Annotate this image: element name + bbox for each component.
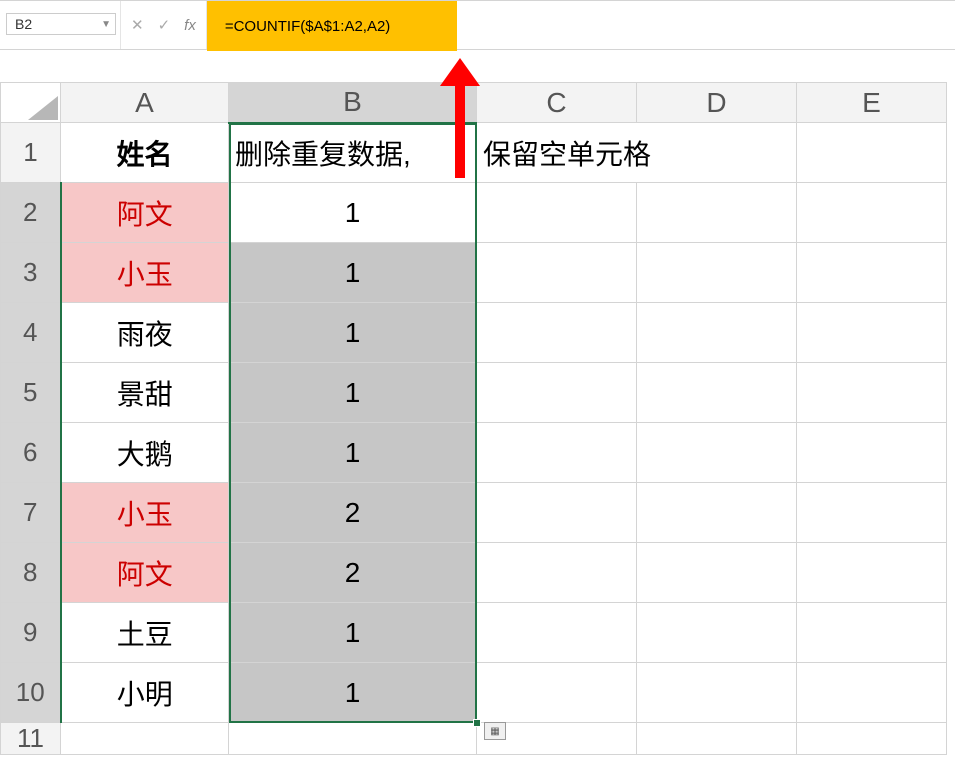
enter-icon[interactable]: ✓ [158, 16, 171, 34]
cell-C9[interactable] [477, 603, 637, 663]
cell-E8[interactable] [797, 543, 947, 603]
cell-B9[interactable]: 1 [229, 603, 477, 663]
formula-text: =COUNTIF($A$1:A2,A2) [225, 18, 390, 35]
spreadsheet-grid: A B C D E 1 姓名 删除重复数据, 保留空单元格 2 阿文 1 3 小… [0, 82, 955, 755]
formula-bar: B2 ▼ ✕ ✓ fx =COUNTIF($A$1:A2,A2) [0, 0, 955, 50]
formula-input[interactable]: =COUNTIF($A$1:A2,A2) [207, 1, 457, 51]
cell-B2[interactable]: 1 [229, 183, 477, 243]
row-header-5[interactable]: 5 [1, 363, 61, 423]
cell-B8[interactable]: 2 [229, 543, 477, 603]
cell-C4[interactable] [477, 303, 637, 363]
row-header-3[interactable]: 3 [1, 243, 61, 303]
cell-A3[interactable]: 小玉 [61, 243, 229, 303]
cell-E1[interactable] [797, 123, 947, 183]
cell-D9[interactable] [637, 603, 797, 663]
cell-E11[interactable] [797, 723, 947, 755]
col-header-C[interactable]: C [477, 83, 637, 123]
select-all-corner[interactable] [1, 83, 61, 123]
fill-handle[interactable] [473, 719, 481, 727]
cell-A6[interactable]: 大鹅 [61, 423, 229, 483]
cell-B7[interactable]: 2 [229, 483, 477, 543]
row-header-10[interactable]: 10 [1, 663, 61, 723]
cell-C2[interactable] [477, 183, 637, 243]
cell-C6[interactable] [477, 423, 637, 483]
cell-D3[interactable] [637, 243, 797, 303]
cell-A5[interactable]: 景甜 [61, 363, 229, 423]
name-box-dropdown-icon[interactable]: ▼ [101, 19, 111, 30]
cell-A1[interactable]: 姓名 [61, 123, 229, 183]
cell-A9[interactable]: 土豆 [61, 603, 229, 663]
cell-A8[interactable]: 阿文 [61, 543, 229, 603]
cell-B5[interactable]: 1 [229, 363, 477, 423]
cell-E9[interactable] [797, 603, 947, 663]
cell-E3[interactable] [797, 243, 947, 303]
cell-A2[interactable]: 阿文 [61, 183, 229, 243]
cell-C1[interactable]: 保留空单元格 [477, 123, 797, 183]
cell-C3[interactable] [477, 243, 637, 303]
cell-A10[interactable]: 小明 [61, 663, 229, 723]
cell-E7[interactable] [797, 483, 947, 543]
autofill-options-button[interactable]: ▦ [484, 722, 506, 740]
cell-E5[interactable] [797, 363, 947, 423]
cell-E2[interactable] [797, 183, 947, 243]
cell-C10[interactable] [477, 663, 637, 723]
cell-E6[interactable] [797, 423, 947, 483]
cell-C7[interactable] [477, 483, 637, 543]
cell-A7[interactable]: 小玉 [61, 483, 229, 543]
cell-D4[interactable] [637, 303, 797, 363]
cell-B4[interactable]: 1 [229, 303, 477, 363]
cell-D8[interactable] [637, 543, 797, 603]
cell-E10[interactable] [797, 663, 947, 723]
row-header-7[interactable]: 7 [1, 483, 61, 543]
formula-buttons: ✕ ✓ fx [121, 1, 206, 49]
cell-B11[interactable] [229, 723, 477, 755]
grid-table[interactable]: A B C D E 1 姓名 删除重复数据, 保留空单元格 2 阿文 1 3 小… [0, 82, 947, 755]
row-header-9[interactable]: 9 [1, 603, 61, 663]
annotation-arrow [440, 58, 480, 178]
cell-D10[interactable] [637, 663, 797, 723]
row-header-11[interactable]: 11 [1, 723, 61, 755]
col-header-A[interactable]: A [61, 83, 229, 123]
cell-A11[interactable] [61, 723, 229, 755]
row-header-1[interactable]: 1 [1, 123, 61, 183]
row-header-6[interactable]: 6 [1, 423, 61, 483]
cell-C8[interactable] [477, 543, 637, 603]
fx-icon[interactable]: fx [184, 17, 196, 34]
autofill-icon: ▦ [490, 726, 499, 737]
cell-D6[interactable] [637, 423, 797, 483]
cell-D5[interactable] [637, 363, 797, 423]
cell-B10[interactable]: 1 [229, 663, 477, 723]
cell-D11[interactable] [637, 723, 797, 755]
row-header-4[interactable]: 4 [1, 303, 61, 363]
cell-B3[interactable]: 1 [229, 243, 477, 303]
row-header-8[interactable]: 8 [1, 543, 61, 603]
cell-A4[interactable]: 雨夜 [61, 303, 229, 363]
cell-C5[interactable] [477, 363, 637, 423]
cell-B6[interactable]: 1 [229, 423, 477, 483]
cell-D7[interactable] [637, 483, 797, 543]
row-header-2[interactable]: 2 [1, 183, 61, 243]
col-header-E[interactable]: E [797, 83, 947, 123]
col-header-D[interactable]: D [637, 83, 797, 123]
name-box-value: B2 [15, 16, 32, 32]
formula-bar-blank [457, 1, 955, 49]
cell-D2[interactable] [637, 183, 797, 243]
cancel-icon[interactable]: ✕ [131, 16, 144, 34]
name-box[interactable]: B2 ▼ [6, 13, 116, 35]
cell-E4[interactable] [797, 303, 947, 363]
